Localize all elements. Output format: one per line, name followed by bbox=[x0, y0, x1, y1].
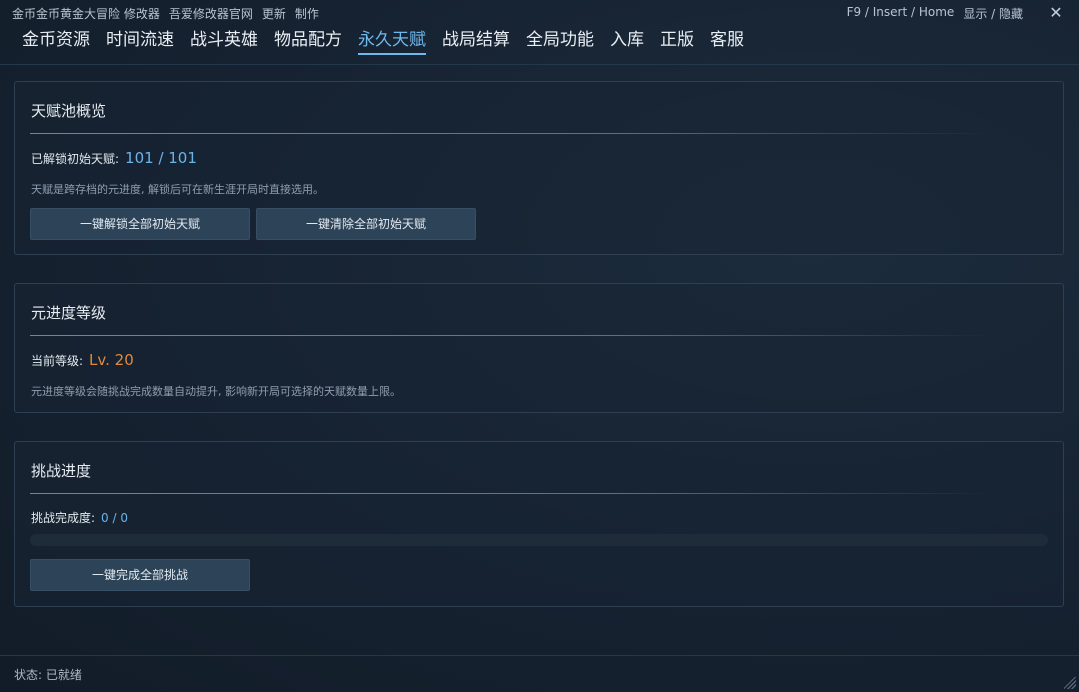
challenge-title: 挑战进度 bbox=[31, 462, 92, 480]
talent-pool-title: 天赋池概览 bbox=[31, 102, 107, 120]
panel-rule bbox=[30, 133, 995, 134]
challenge-completion-label: 挑战完成度: bbox=[31, 511, 96, 525]
app-title: 金币金币黄金大冒险 修改器 bbox=[12, 6, 160, 21]
challenge-panel: 挑战进度 挑战完成度: 0 / 0 一键完成全部挑战 bbox=[14, 441, 1064, 607]
current-level-label: 当前等级: bbox=[31, 354, 84, 368]
panel-rule bbox=[30, 493, 995, 494]
talent-pool-panel: 天赋池概览 已解锁初始天赋: 101 / 101 天赋是跨存档的元进度, 解锁后… bbox=[14, 81, 1064, 255]
meta-level-description: 元进度等级会随挑战完成数量自动提升, 影响新开局可选择的天赋数量上限。 bbox=[31, 385, 401, 398]
tab-battle-settlement[interactable]: 战局结算 bbox=[442, 28, 510, 55]
unlock-all-talents-button[interactable]: 一键解锁全部初始天赋 bbox=[30, 208, 250, 240]
challenge-completion-value: 0 / 0 bbox=[101, 511, 128, 525]
credits-link[interactable]: 制作 bbox=[295, 5, 319, 22]
resize-grip-icon[interactable] bbox=[1064, 677, 1076, 689]
close-icon[interactable]: ✕ bbox=[1047, 4, 1065, 22]
app-window: 金币金币黄金大冒险 修改器 吾爱修改器官网 更新 制作 F9 / Insert … bbox=[0, 0, 1079, 692]
main-tabs: 金币资源 时间流速 战斗英雄 物品配方 永久天赋 战局结算 全局功能 入库 正版… bbox=[0, 28, 760, 58]
hotkey-hint: F9 / Insert / Home bbox=[846, 5, 955, 19]
talent-pool-description: 天赋是跨存档的元进度, 解锁后可在新生涯开局时直接选用。 bbox=[31, 183, 324, 196]
title-bar-hotkeys: F9 / Insert / Home 显示 / 隐藏 bbox=[838, 5, 1023, 22]
tab-permanent-talents[interactable]: 永久天赋 bbox=[358, 28, 426, 55]
unlocked-talents-value: 101 / 101 bbox=[125, 149, 197, 167]
unlocked-talents-field: 已解锁初始天赋: 101 / 101 bbox=[31, 149, 197, 167]
tab-library[interactable]: 入库 bbox=[610, 28, 644, 55]
tab-genuine[interactable]: 正版 bbox=[660, 28, 694, 55]
tab-divider bbox=[0, 64, 1079, 65]
complete-all-challenges-button[interactable]: 一键完成全部挑战 bbox=[30, 559, 250, 591]
meta-level-title: 元进度等级 bbox=[31, 304, 107, 322]
status-text: 状态: 已就绪 bbox=[14, 667, 82, 682]
official-site-link[interactable]: 吾爱修改器官网 bbox=[169, 5, 253, 22]
show-hide-toggle[interactable]: 显示 / 隐藏 bbox=[963, 5, 1023, 22]
unlocked-talents-label: 已解锁初始天赋: bbox=[31, 152, 120, 166]
tab-gold-resources[interactable]: 金币资源 bbox=[22, 28, 90, 55]
panel-rule bbox=[30, 335, 995, 336]
current-level-field: 当前等级: Lv. 20 bbox=[31, 351, 134, 369]
tab-time-speed[interactable]: 时间流速 bbox=[106, 28, 174, 55]
clear-all-talents-button[interactable]: 一键清除全部初始天赋 bbox=[256, 208, 476, 240]
title-bar: 金币金币黄金大冒险 修改器 吾爱修改器官网 更新 制作 F9 / Insert … bbox=[0, 0, 1079, 26]
current-level-value: Lv. 20 bbox=[89, 351, 134, 369]
tab-item-recipes[interactable]: 物品配方 bbox=[274, 28, 342, 55]
title-bar-menu: 金币金币黄金大冒险 修改器 吾爱修改器官网 更新 制作 bbox=[0, 5, 328, 22]
meta-level-panel: 元进度等级 当前等级: Lv. 20 元进度等级会随挑战完成数量自动提升, 影响… bbox=[14, 283, 1064, 413]
challenge-completion-field: 挑战完成度: 0 / 0 bbox=[31, 509, 128, 526]
tab-support[interactable]: 客服 bbox=[710, 28, 744, 55]
status-bar: 状态: 已就绪 bbox=[0, 655, 1079, 692]
tab-global-functions[interactable]: 全局功能 bbox=[526, 28, 594, 55]
update-link[interactable]: 更新 bbox=[262, 5, 286, 22]
tab-battle-heroes[interactable]: 战斗英雄 bbox=[190, 28, 258, 55]
challenge-progress-bar bbox=[30, 534, 1048, 546]
